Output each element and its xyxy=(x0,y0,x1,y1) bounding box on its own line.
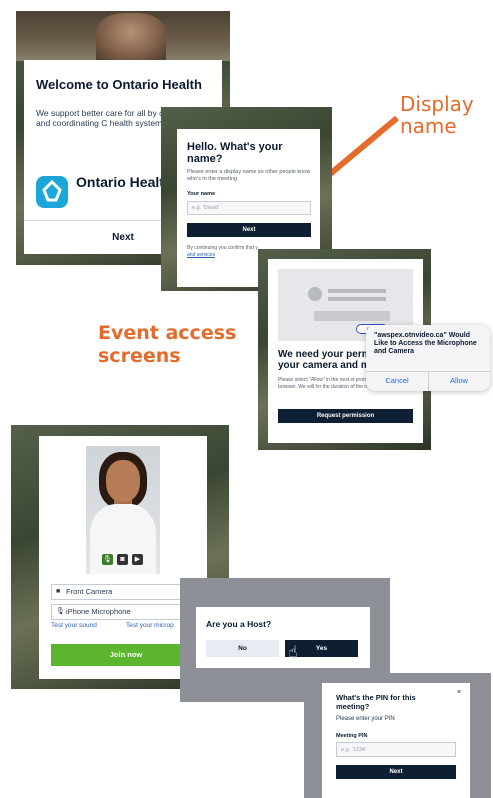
microphone-select[interactable]: 🎙 iPhone Microphone xyxy=(51,604,201,620)
host-no-button[interactable]: No xyxy=(206,640,279,657)
pin-title: What's the PIN for this meeting? xyxy=(336,693,416,711)
camera-select[interactable]: ■ Front Camera xyxy=(51,584,201,600)
ontario-trillium-icon xyxy=(36,176,68,208)
name-description: Please enter a display name so other peo… xyxy=(187,169,311,182)
display-name-annotation: Display name xyxy=(400,92,474,138)
microphone-icon[interactable]: 🎙 xyxy=(102,554,113,565)
pointer-hand-icon: ☝ xyxy=(288,644,298,661)
dialog-allow-button[interactable]: Allow xyxy=(428,371,490,391)
test-sound-link[interactable]: Test your sound xyxy=(51,622,97,629)
camera-icon[interactable]: ◙ xyxy=(117,554,128,565)
pin-description: Please enter your PIN xyxy=(336,716,395,722)
camera-select-icon: ■ xyxy=(56,588,61,595)
pin-field-label: Meeting PIN xyxy=(336,733,368,739)
pin-next-button[interactable]: Next xyxy=(336,765,456,779)
video-icon[interactable]: ▶ xyxy=(132,554,143,565)
welcome-title: Welcome to Ontario Health xyxy=(36,77,202,92)
name-field-label: Your name xyxy=(187,191,216,197)
pin-input[interactable]: e.g. '1234' xyxy=(336,742,456,757)
services-link[interactable]: and services xyxy=(187,252,215,258)
hero-photo xyxy=(16,11,230,61)
name-title: Hello. What's your name? xyxy=(187,141,283,165)
microphone-select-icon: 🎙 xyxy=(56,608,65,615)
pin-card: What's the PIN for this meeting? × Pleas… xyxy=(322,683,470,798)
test-microphone-link[interactable]: Test your microp xyxy=(126,622,174,629)
request-permission-button[interactable]: Request permission xyxy=(278,409,413,423)
event-access-annotation: Event access screens xyxy=(98,322,237,367)
host-title: Are you a Host? xyxy=(206,619,272,629)
join-now-button[interactable]: Join now xyxy=(51,644,201,666)
dialog-message: "awspex.otnvideo.ca" Would Like to Acces… xyxy=(374,332,477,355)
pin-screen: What's the PIN for this meeting? × Pleas… xyxy=(304,673,491,798)
browser-permission-dialog: "awspex.otnvideo.ca" Would Like to Acces… xyxy=(366,325,490,391)
logo-text: Ontario Health xyxy=(76,174,173,190)
dialog-cancel-button[interactable]: Cancel xyxy=(366,371,428,391)
video-preview: 🎙 ◙ ▶ xyxy=(86,446,160,574)
name-input[interactable]: e.g. 'David' xyxy=(187,201,311,215)
close-icon[interactable]: × xyxy=(457,689,461,696)
name-next-button[interactable]: Next xyxy=(187,223,311,237)
host-card: Are you a Host? No Yes xyxy=(196,607,370,668)
